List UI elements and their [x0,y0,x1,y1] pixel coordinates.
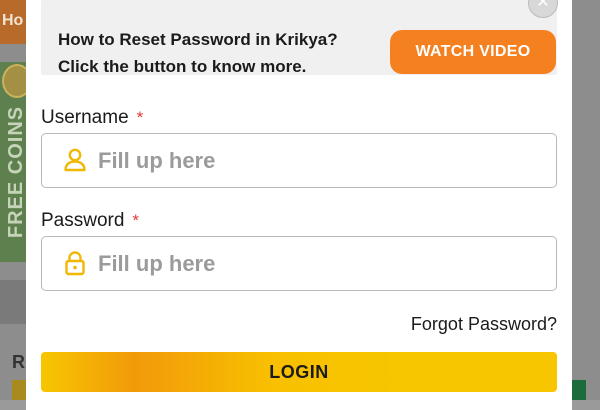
forgot-password-link[interactable]: Forgot Password? [411,314,557,335]
required-marker: * [136,108,144,127]
reset-info-line2: Click the button to know more. [58,57,307,76]
password-label: Password * [41,210,139,232]
password-label-text: Password [41,210,125,231]
reset-info-text: How to Reset Password in Krikya? Click t… [58,26,378,80]
password-field[interactable] [41,236,557,291]
background-green-block [572,380,586,400]
username-field[interactable] [41,133,557,188]
reset-info-line1: How to Reset Password in Krikya? [58,30,338,49]
password-input[interactable] [96,245,540,283]
lock-icon [65,251,85,276]
required-marker: * [132,211,140,230]
username-input[interactable] [96,142,540,180]
username-label-text: Username [41,107,129,128]
login-button[interactable]: LOGIN [41,352,557,392]
background-letter: R [12,352,25,372]
background-nav-text: Ho [2,12,24,29]
username-label: Username * [41,107,143,129]
reset-info-box: How to Reset Password in Krikya? Click t… [41,0,557,76]
watch-video-button[interactable]: WATCH VIDEO [390,30,556,74]
user-icon [64,148,86,172]
login-modal: How to Reset Password in Krikya? Click t… [26,0,572,410]
